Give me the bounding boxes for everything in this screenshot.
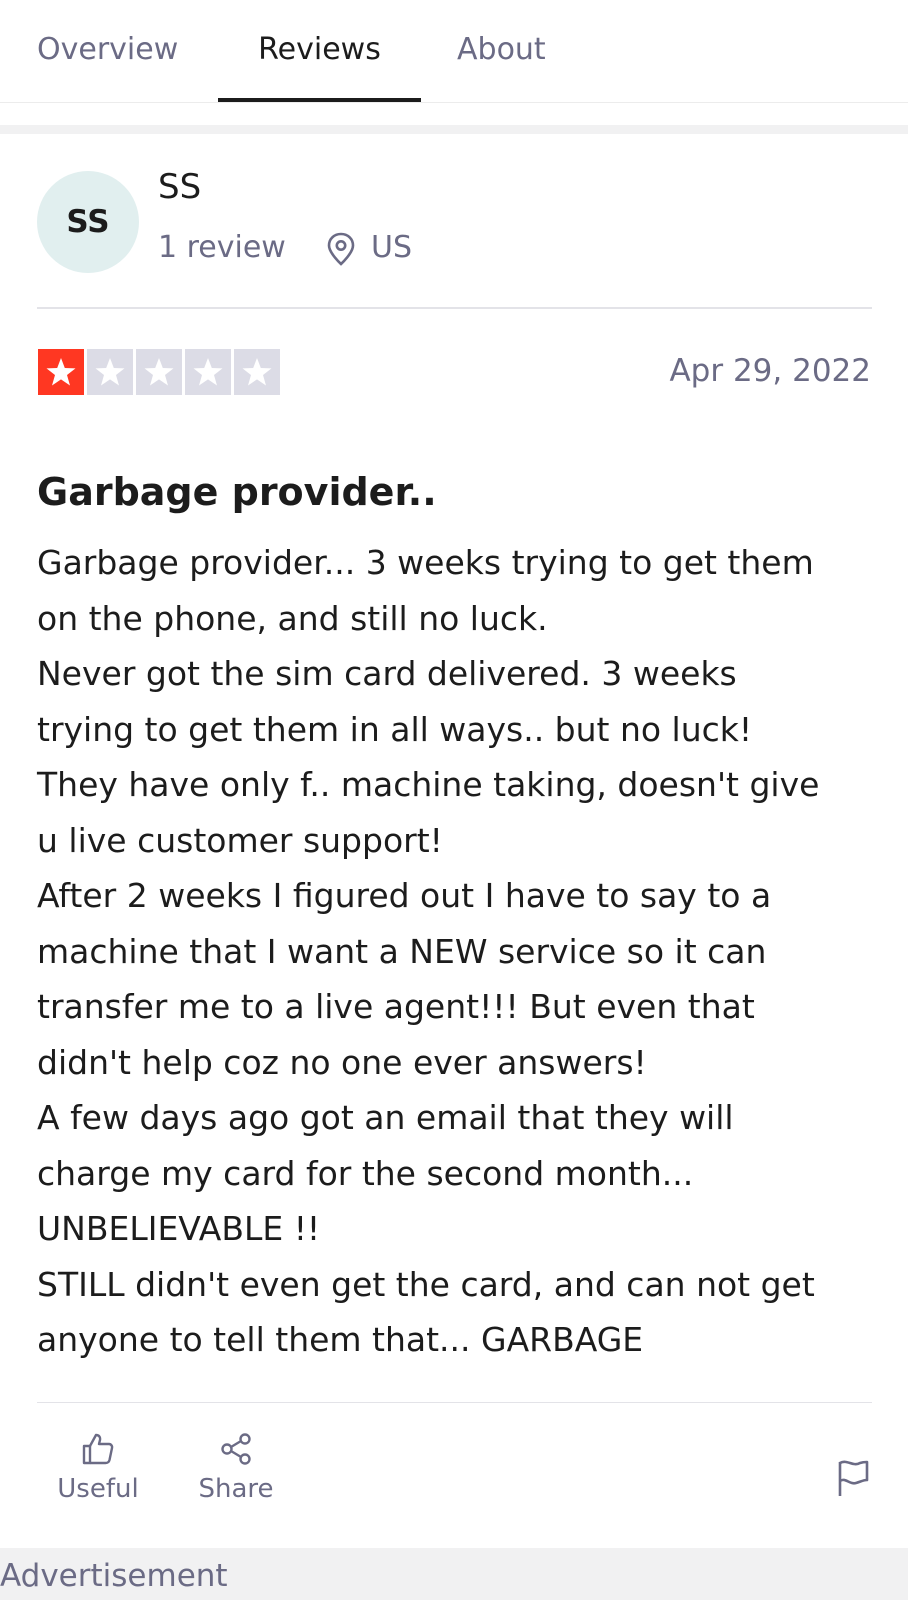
- reviewer-name[interactable]: SS: [158, 167, 201, 207]
- share-label: Share: [198, 1474, 274, 1504]
- star-filled-icon: [38, 349, 84, 395]
- star-empty-icon: [87, 349, 133, 395]
- review-body-line: They have only f.. machine taking, doesn…: [37, 765, 820, 804]
- divider: [37, 307, 872, 309]
- share-icon: [221, 1433, 251, 1465]
- review-body-line: charge my card for the second month...: [37, 1153, 694, 1193]
- review-body-line: machine that I want a NEW service so it …: [37, 931, 767, 971]
- star-empty-icon: [185, 349, 231, 395]
- review-body-line: UNBELIEVABLE !!: [37, 1209, 321, 1248]
- review-body-line: After 2 weeks I figured out I have to sa…: [37, 876, 772, 915]
- star-empty-icon: [136, 349, 182, 395]
- tab-overview[interactable]: Overview: [37, 0, 178, 102]
- review-body-line: on the phone, and still no luck.: [37, 598, 548, 638]
- tab-about[interactable]: About: [457, 0, 546, 102]
- section-gap: [0, 125, 908, 134]
- reviewer-country: US: [371, 230, 413, 265]
- advertisement-banner: Advertisement: [0, 1548, 908, 1600]
- share-button[interactable]: Share: [192, 1432, 280, 1504]
- review-title[interactable]: Garbage provider..: [37, 470, 437, 514]
- active-tab-indicator: [218, 98, 421, 102]
- flag-icon[interactable]: [836, 1458, 870, 1498]
- advertisement-label: Advertisement: [0, 1558, 228, 1594]
- review-body-line: A few days ago got an email that they wi…: [37, 1098, 734, 1137]
- review-body-line: anyone to tell them that... GARBAGE: [37, 1320, 644, 1359]
- star-empty-icon: [234, 349, 280, 395]
- review-date: Apr 29, 2022: [669, 353, 871, 389]
- useful-button[interactable]: Useful: [52, 1432, 144, 1504]
- tab-bar: Overview Reviews About: [0, 0, 908, 103]
- review-body: Garbage provider... 3 weeks trying to ge…: [37, 535, 881, 1368]
- review-body-line: didn't help coz no one ever answers!: [37, 1042, 647, 1082]
- divider: [37, 1402, 872, 1403]
- review-body-line: STILL didn't even get the card, and can …: [37, 1264, 815, 1304]
- useful-label: Useful: [57, 1474, 139, 1504]
- tab-reviews[interactable]: Reviews: [218, 0, 421, 102]
- thumbs-up-icon: [82, 1433, 114, 1465]
- review-body-line: u live customer support!: [37, 820, 443, 860]
- map-pin-icon: [327, 232, 355, 266]
- tab-reviews-label: Reviews: [258, 32, 381, 67]
- review-body-line: transfer me to a live agent!!! But even …: [37, 987, 755, 1026]
- avatar[interactable]: SS: [37, 171, 139, 273]
- review-body-line: trying to get them in all ways.. but no …: [37, 709, 753, 749]
- reviewer-review-count: 1 review: [158, 230, 286, 265]
- review-body-line: Never got the sim card delivered. 3 week…: [37, 654, 737, 693]
- review-body-line: Garbage provider... 3 weeks trying to ge…: [37, 543, 814, 582]
